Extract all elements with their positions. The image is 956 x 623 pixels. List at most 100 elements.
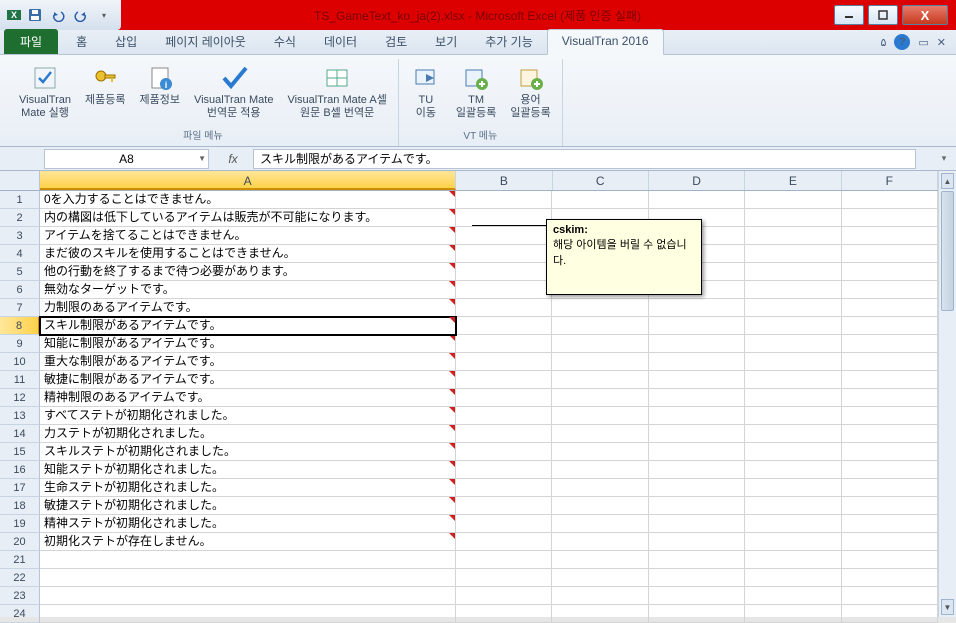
cell-A13[interactable]: すべてステトが初期化されました。 bbox=[40, 407, 456, 425]
cell-B10[interactable] bbox=[456, 353, 552, 371]
cell-E14[interactable] bbox=[745, 425, 841, 443]
cell-B1[interactable] bbox=[456, 191, 552, 209]
cell-D21[interactable] bbox=[649, 551, 745, 569]
column-header-F[interactable]: F bbox=[842, 171, 938, 190]
ribbon-button-0-4[interactable]: VisualTran Mate A셀 원문 B셀 번역문 bbox=[282, 59, 391, 125]
cell-D13[interactable] bbox=[649, 407, 745, 425]
cell-B3[interactable] bbox=[456, 227, 552, 245]
column-header-A[interactable]: A bbox=[40, 171, 456, 190]
cell-C18[interactable] bbox=[552, 497, 648, 515]
row-header-2[interactable]: 2 bbox=[0, 209, 40, 227]
cell-D20[interactable] bbox=[649, 533, 745, 551]
cell-D1[interactable] bbox=[649, 191, 745, 209]
cell-B14[interactable] bbox=[456, 425, 552, 443]
row-header-1[interactable]: 1 bbox=[0, 191, 40, 209]
row-header-11[interactable]: 11 bbox=[0, 371, 40, 389]
row-header-22[interactable]: 22 bbox=[0, 569, 40, 587]
cell-F3[interactable] bbox=[842, 227, 938, 245]
cell-B17[interactable] bbox=[456, 479, 552, 497]
select-all-corner[interactable] bbox=[0, 171, 40, 191]
ribbon-tab-0[interactable]: 홈 bbox=[62, 29, 101, 54]
ribbon-tab-4[interactable]: 데이터 bbox=[310, 29, 371, 54]
ribbon-button-1-1[interactable]: TM 일괄등록 bbox=[451, 59, 501, 125]
close-button[interactable]: X bbox=[902, 5, 948, 25]
cell-A4[interactable]: まだ彼のスキルを使用することはできません。 bbox=[40, 245, 456, 263]
row-header-21[interactable]: 21 bbox=[0, 551, 40, 569]
ribbon-button-0-0[interactable]: VisualTran Mate 실행 bbox=[14, 59, 76, 125]
cell-A21[interactable] bbox=[40, 551, 456, 569]
cell-D14[interactable] bbox=[649, 425, 745, 443]
ribbon-button-1-0[interactable]: TU 이동 bbox=[405, 59, 447, 125]
ribbon-button-0-1[interactable]: 제품등록 bbox=[80, 59, 130, 125]
cell-E5[interactable] bbox=[745, 263, 841, 281]
cell-E24[interactable] bbox=[745, 605, 841, 623]
cell-E23[interactable] bbox=[745, 587, 841, 605]
ribbon-tab-1[interactable]: 삽입 bbox=[101, 29, 151, 54]
cell-C15[interactable] bbox=[552, 443, 648, 461]
cell-B16[interactable] bbox=[456, 461, 552, 479]
cell-C23[interactable] bbox=[552, 587, 648, 605]
cell-A20[interactable]: 初期化ステトが存在しません。 bbox=[40, 533, 456, 551]
column-header-C[interactable]: C bbox=[553, 171, 649, 190]
row-header-13[interactable]: 13 bbox=[0, 407, 40, 425]
cell-C22[interactable] bbox=[552, 569, 648, 587]
cell-E6[interactable] bbox=[745, 281, 841, 299]
cell-C21[interactable] bbox=[552, 551, 648, 569]
cell-A23[interactable] bbox=[40, 587, 456, 605]
cell-F15[interactable] bbox=[842, 443, 938, 461]
cell-F20[interactable] bbox=[842, 533, 938, 551]
cell-B15[interactable] bbox=[456, 443, 552, 461]
cell-C19[interactable] bbox=[552, 515, 648, 533]
cell-D8[interactable] bbox=[649, 317, 745, 335]
cell-D9[interactable] bbox=[649, 335, 745, 353]
cell-A19[interactable]: 精神ステトが初期化されました。 bbox=[40, 515, 456, 533]
cell-A24[interactable] bbox=[40, 605, 456, 623]
cell-E8[interactable] bbox=[745, 317, 841, 335]
formula-expand-icon[interactable]: ▾ bbox=[936, 149, 952, 169]
cell-C10[interactable] bbox=[552, 353, 648, 371]
vertical-scrollbar[interactable]: ▲ ▼ bbox=[938, 171, 956, 617]
ribbon-minimize-icon[interactable]: ۵ bbox=[880, 36, 886, 49]
cell-B8[interactable] bbox=[456, 317, 552, 335]
ribbon-tab-7[interactable]: 추가 기능 bbox=[471, 29, 547, 54]
column-header-D[interactable]: D bbox=[649, 171, 745, 190]
row-header-14[interactable]: 14 bbox=[0, 425, 40, 443]
cell-B19[interactable] bbox=[456, 515, 552, 533]
cell-B4[interactable] bbox=[456, 245, 552, 263]
ribbon-tab-3[interactable]: 수식 bbox=[260, 29, 310, 54]
ribbon-tab-5[interactable]: 검토 bbox=[371, 29, 421, 54]
cell-C9[interactable] bbox=[552, 335, 648, 353]
cell-A3[interactable]: アイテムを捨てることはできません。 bbox=[40, 227, 456, 245]
cell-E11[interactable] bbox=[745, 371, 841, 389]
cell-C13[interactable] bbox=[552, 407, 648, 425]
cell-F14[interactable] bbox=[842, 425, 938, 443]
cell-E4[interactable] bbox=[745, 245, 841, 263]
ribbon-button-1-2[interactable]: 용어 일괄등록 bbox=[505, 59, 555, 125]
cell-E1[interactable] bbox=[745, 191, 841, 209]
row-header-17[interactable]: 17 bbox=[0, 479, 40, 497]
cell-D18[interactable] bbox=[649, 497, 745, 515]
cell-B11[interactable] bbox=[456, 371, 552, 389]
cell-D7[interactable] bbox=[649, 299, 745, 317]
row-header-10[interactable]: 10 bbox=[0, 353, 40, 371]
cell-F22[interactable] bbox=[842, 569, 938, 587]
cell-D17[interactable] bbox=[649, 479, 745, 497]
save-icon[interactable] bbox=[24, 4, 46, 26]
cell-A18[interactable]: 敏捷ステトが初期化されました。 bbox=[40, 497, 456, 515]
cell-F13[interactable] bbox=[842, 407, 938, 425]
ribbon-tab-6[interactable]: 보기 bbox=[421, 29, 471, 54]
doc-close-icon[interactable]: ✕ bbox=[937, 36, 946, 49]
row-header-16[interactable]: 16 bbox=[0, 461, 40, 479]
cell-E9[interactable] bbox=[745, 335, 841, 353]
row-header-6[interactable]: 6 bbox=[0, 281, 40, 299]
cells-area[interactable]: 0を入力することはできません。内の構図は低下しているアイテムは販売が不可能になり… bbox=[40, 191, 938, 617]
cell-C17[interactable] bbox=[552, 479, 648, 497]
row-header-5[interactable]: 5 bbox=[0, 263, 40, 281]
cell-E13[interactable] bbox=[745, 407, 841, 425]
cell-F18[interactable] bbox=[842, 497, 938, 515]
cell-A22[interactable] bbox=[40, 569, 456, 587]
cell-C14[interactable] bbox=[552, 425, 648, 443]
row-header-8[interactable]: 8 bbox=[0, 317, 40, 335]
cell-B7[interactable] bbox=[456, 299, 552, 317]
cell-C16[interactable] bbox=[552, 461, 648, 479]
